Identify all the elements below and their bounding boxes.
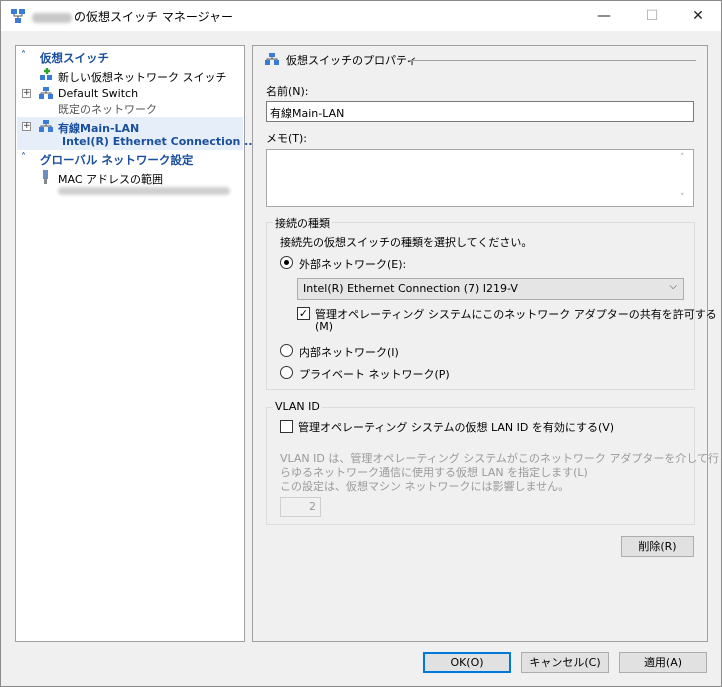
connection-type-title: 接続の種類 bbox=[273, 215, 332, 231]
virtual-switch-manager-window: の仮想スイッチ マネージャー — ☐ ✕ ˄ 仮想スイッチ 新しい仮想ネットワー… bbox=[0, 0, 722, 687]
new-switch-label: 新しい仮想ネットワーク スイッチ bbox=[58, 71, 227, 84]
vlan-id-input[interactable]: 2 bbox=[280, 497, 321, 517]
memo-label: メモ(T): bbox=[266, 132, 308, 145]
window-title: の仮想スイッチ マネージャー bbox=[32, 8, 233, 25]
window-title-text: の仮想スイッチ マネージャー bbox=[74, 10, 233, 24]
wired-lan-label: 有線Main-LAN bbox=[58, 122, 140, 135]
connection-type-group: 接続の種類 接続先の仮想スイッチの種類を選択してください。 外部ネットワーク(E… bbox=[266, 215, 717, 390]
minimize-button[interactable]: — bbox=[581, 1, 627, 31]
header-divider bbox=[408, 60, 696, 61]
properties-header: 仮想スイッチのプロパティ bbox=[286, 54, 418, 67]
default-switch-label: Default Switch bbox=[58, 87, 139, 100]
network-switch-icon bbox=[265, 53, 279, 65]
default-switch-sublabel: 既定のネットワーク bbox=[58, 103, 157, 116]
cancel-button[interactable]: キャンセル(C) bbox=[521, 652, 609, 673]
allow-share-label[interactable]: 管理オペレーティング システムにこのネットワーク アダプターの共有を許可する bbox=[315, 306, 717, 322]
tree-item-wired-main-lan[interactable]: + 有線Main-LAN Intel(R) Ethernet Connectio… bbox=[17, 117, 257, 150]
tree-item-new-switch[interactable]: 新しい仮想ネットワーク スイッチ bbox=[17, 66, 243, 84]
network-switch-icon bbox=[39, 87, 53, 99]
section-global-label: グローバル ネットワーク設定 bbox=[40, 153, 194, 167]
internal-network-label[interactable]: 内部ネットワーク(I) bbox=[299, 344, 399, 360]
scroll-down-icon[interactable]: ˅ bbox=[680, 193, 685, 203]
ok-button[interactable]: OK(O) bbox=[423, 652, 511, 673]
section-virtual-switches-label: 仮想スイッチ bbox=[40, 51, 109, 65]
vlan-description-line3: この設定は、仮想マシン ネットワークには影響しません。 bbox=[280, 480, 570, 493]
name-label: 名前(N): bbox=[266, 85, 309, 98]
apply-button[interactable]: 適用(A) bbox=[619, 652, 707, 673]
switch-properties-pane: 仮想スイッチのプロパティ 名前(N): 有線Main-LAN メモ(T): ˄ … bbox=[252, 45, 722, 642]
wired-lan-adapter-label: Intel(R) Ethernet Connection ... bbox=[62, 135, 257, 148]
chevron-down-icon: ⌵ bbox=[669, 281, 677, 292]
allow-share-label-mnemonic: (M) bbox=[315, 320, 334, 333]
network-adapter-icon bbox=[43, 170, 48, 184]
redacted-mac-range bbox=[58, 187, 230, 195]
redacted-hostname bbox=[32, 12, 72, 23]
external-network-label[interactable]: 外部ネットワーク(E): bbox=[299, 256, 406, 272]
allow-management-os-share-checkbox[interactable]: ✓ bbox=[297, 307, 310, 320]
vlan-enable-checkbox[interactable] bbox=[280, 420, 293, 433]
tree-item-default-switch[interactable]: + Default Switch 既定のネットワーク bbox=[17, 84, 243, 116]
adapter-select-value: Intel(R) Ethernet Connection (7) I219-V bbox=[303, 282, 518, 295]
vlan-enable-label[interactable]: 管理オペレーティング システムの仮想 LAN ID を有効にする(V) bbox=[298, 419, 614, 435]
delete-button[interactable]: 削除(R) bbox=[621, 536, 694, 557]
expand-icon[interactable]: + bbox=[22, 122, 31, 131]
collapse-chevron-icon[interactable]: ˄ bbox=[21, 50, 26, 61]
title-bar: の仮想スイッチ マネージャー — ☐ ✕ bbox=[1, 1, 721, 31]
scroll-up-icon[interactable]: ˄ bbox=[680, 153, 685, 163]
expand-icon[interactable]: + bbox=[22, 89, 31, 98]
vlan-id-title: VLAN ID bbox=[273, 400, 322, 413]
section-global-network-settings[interactable]: ˄ グローバル ネットワーク設定 bbox=[17, 151, 243, 167]
maximize-button[interactable]: ☐ bbox=[629, 1, 675, 31]
network-switch-icon bbox=[11, 9, 25, 23]
vlan-id-group: VLAN ID 管理オペレーティング システムの仮想 LAN ID を有効にする… bbox=[266, 400, 722, 525]
name-input[interactable]: 有線Main-LAN bbox=[266, 101, 694, 122]
internal-network-radio[interactable] bbox=[280, 344, 293, 357]
network-switch-icon bbox=[39, 120, 53, 132]
private-network-radio[interactable] bbox=[280, 366, 293, 379]
close-button[interactable]: ✕ bbox=[675, 1, 721, 31]
tree-item-mac-range[interactable]: MAC アドレスの範囲 bbox=[17, 168, 243, 198]
private-network-label[interactable]: プライベート ネットワーク(P) bbox=[299, 366, 450, 382]
connection-type-prompt: 接続先の仮想スイッチの種類を選択してください。 bbox=[280, 236, 533, 249]
collapse-chevron-icon[interactable]: ˄ bbox=[21, 152, 26, 163]
mac-range-label: MAC アドレスの範囲 bbox=[58, 173, 163, 186]
external-network-radio[interactable] bbox=[280, 256, 293, 269]
add-switch-icon bbox=[40, 68, 52, 80]
section-virtual-switches[interactable]: ˄ 仮想スイッチ bbox=[17, 49, 243, 65]
adapter-select[interactable]: Intel(R) Ethernet Connection (7) I219-V … bbox=[297, 278, 684, 300]
memo-textarea[interactable]: ˄ ˅ bbox=[266, 149, 694, 207]
memo-scrollbar[interactable]: ˄ ˅ bbox=[677, 150, 693, 206]
switch-tree-pane: ˄ 仮想スイッチ 新しい仮想ネットワーク スイッチ + Default Swit… bbox=[15, 45, 257, 642]
